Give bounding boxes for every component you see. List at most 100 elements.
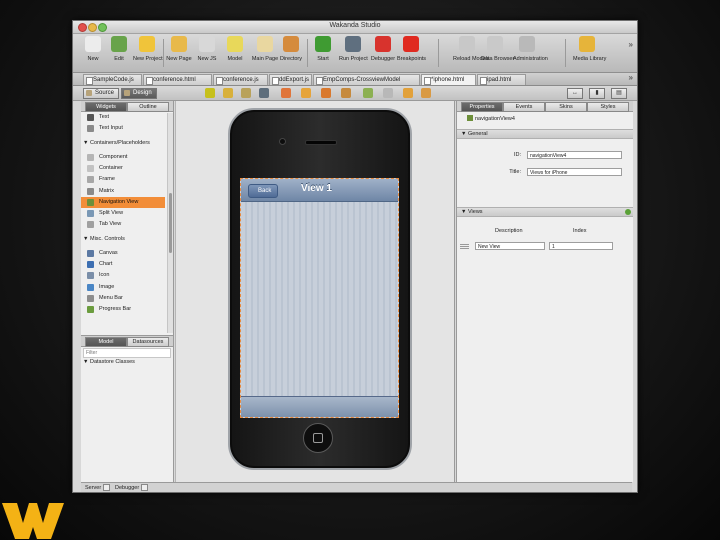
widget-list-scrollbar[interactable] xyxy=(167,113,173,333)
toolbar-debugger-button[interactable]: Debugger xyxy=(369,36,397,62)
text-input-icon xyxy=(87,125,94,133)
tab-skins[interactable]: Skins xyxy=(545,102,587,112)
toolbar-data-browser-button[interactable]: Data Browser xyxy=(481,36,515,62)
view-description-field[interactable]: New View xyxy=(475,242,545,250)
widget-component[interactable]: Component xyxy=(81,152,165,163)
toolbar-new-page-button[interactable]: New Page xyxy=(165,36,193,62)
toolbar-label: Administration xyxy=(513,56,548,62)
tab-outline[interactable]: Outline xyxy=(127,102,169,112)
navigation-view-widget[interactable]: Back View 1 xyxy=(240,178,399,418)
widget-text-input[interactable]: Text Input xyxy=(81,123,165,134)
design-mode-button[interactable]: Design xyxy=(121,88,157,99)
tab-widgets[interactable]: Widgets xyxy=(85,102,127,112)
file-tab[interactable]: *iphone.html xyxy=(421,74,476,85)
align-bottom-icon[interactable] xyxy=(341,88,351,98)
design-canvas[interactable]: Back View 1 xyxy=(175,101,455,482)
server-status[interactable]: Server xyxy=(85,484,111,491)
widget-label: Image xyxy=(99,283,115,290)
debugger-status[interactable]: Debugger xyxy=(115,484,149,491)
toolbar-run-project-button[interactable]: Run Project xyxy=(339,36,368,62)
group-icon[interactable] xyxy=(363,88,373,98)
widget-icon[interactable]: Icon xyxy=(81,270,165,281)
distribute-vertical-icon[interactable] xyxy=(301,88,311,98)
grid-toggle-icon[interactable] xyxy=(421,88,431,98)
widget-container[interactable]: Container xyxy=(81,163,165,174)
file-tab-label: SampleCode.js xyxy=(93,77,134,83)
filter-input[interactable]: Filter xyxy=(83,348,171,358)
view-index-field[interactable]: 1 xyxy=(549,242,613,250)
file-tab[interactable]: ddExport.js xyxy=(269,74,312,85)
toolbar-model-button[interactable]: Model xyxy=(221,36,249,62)
toolbar-start-button[interactable]: Start xyxy=(309,36,337,62)
toolbar-directory-button[interactable]: Directory xyxy=(277,36,305,62)
widget-frame[interactable]: Frame xyxy=(81,174,165,185)
align-right-icon[interactable] xyxy=(241,88,251,98)
source-mode-button[interactable]: Source xyxy=(83,88,120,99)
toolbar-overflow-icon[interactable]: » xyxy=(629,40,633,49)
align-top-icon[interactable] xyxy=(321,88,331,98)
file-tab[interactable]: EmpComps-CrossviewModel xyxy=(313,74,420,85)
widget-progress-bar[interactable]: Progress Bar xyxy=(81,304,165,315)
id-field[interactable]: navigationView4 xyxy=(527,151,622,159)
toolbar-label: Edit xyxy=(114,56,124,62)
align-center-icon[interactable] xyxy=(223,88,233,98)
toolbar-breakpoints-button[interactable]: Breakpoints xyxy=(397,36,426,62)
lock-icon[interactable] xyxy=(383,88,393,98)
tab-datasources[interactable]: Datasources xyxy=(127,337,169,347)
views-section-header[interactable]: ▼ Views xyxy=(457,207,633,217)
layout-columns-button[interactable]: ▮ xyxy=(589,88,605,99)
widget-image[interactable]: Image xyxy=(81,282,165,293)
general-section-header[interactable]: ▼ General xyxy=(457,129,633,139)
model-icon xyxy=(227,36,243,52)
layout-panel-button[interactable]: ▤ xyxy=(611,88,627,99)
toolbar-new-button[interactable]: New xyxy=(79,36,107,62)
title-field[interactable]: Views for iPhone xyxy=(527,168,622,176)
datastore-classes-group[interactable]: ▼ Datastore Classes xyxy=(83,359,135,365)
widget-tab-view[interactable]: Tab View xyxy=(81,219,165,230)
toolbar-new-project-button[interactable]: New Project xyxy=(133,36,163,62)
tabs-overflow-icon[interactable]: » xyxy=(629,73,633,82)
widget-text[interactable]: Text xyxy=(81,112,165,123)
tab-model[interactable]: Model xyxy=(85,337,127,347)
add-view-icon[interactable] xyxy=(625,209,631,215)
widget-matrix[interactable]: Matrix xyxy=(81,186,165,197)
toolbar-reload-models-button[interactable]: Reload Models xyxy=(453,36,490,62)
toolbar-new-js-button[interactable]: New JS xyxy=(193,36,221,62)
tab-styles[interactable]: Styles xyxy=(587,102,629,112)
file-tab[interactable]: conference.html xyxy=(143,74,212,85)
widget-group-misc-controls[interactable]: ▼ Misc. Controls xyxy=(83,234,125,245)
toolbar-label: New JS xyxy=(197,56,217,62)
navigation-bar: Back View 1 xyxy=(241,179,398,202)
back-button[interactable]: Back xyxy=(248,184,279,198)
toolbar-label: Directory xyxy=(279,56,302,62)
drag-handle-icon[interactable] xyxy=(460,244,469,250)
frame-icon xyxy=(87,176,94,184)
toolbar-separator xyxy=(438,39,439,67)
align-left-icon[interactable] xyxy=(205,88,215,98)
distribute-horizontal-icon[interactable] xyxy=(281,88,291,98)
toolbar-media-library-button[interactable]: Media Library xyxy=(573,36,606,62)
widget-split-view[interactable]: Split View xyxy=(81,208,165,219)
progress-bar-icon xyxy=(87,306,94,314)
file-tab[interactable]: conference.js xyxy=(213,74,268,85)
toolbar-main-page-button[interactable]: Main Page xyxy=(251,36,279,62)
tab-events[interactable]: Events xyxy=(503,102,545,112)
preview-toggle-button[interactable]: ↔ xyxy=(567,88,583,99)
toolbar-label: Data Browser xyxy=(481,56,515,62)
widget-navigation-view[interactable]: Navigation View xyxy=(81,196,165,208)
scrollbar-thumb[interactable] xyxy=(169,193,172,253)
toolbar-administration-button[interactable]: Administration xyxy=(513,36,548,62)
widget-chart[interactable]: Chart xyxy=(81,259,165,270)
tab-properties[interactable]: Properties xyxy=(461,102,503,112)
toolbar-edit-button[interactable]: Edit xyxy=(105,36,133,62)
bring-front-icon[interactable] xyxy=(259,88,269,98)
file-tab[interactable]: ipad.html xyxy=(477,74,526,85)
widget-canvas[interactable]: Canvas xyxy=(81,248,165,259)
gears-icon xyxy=(111,36,127,52)
reload-icon xyxy=(459,36,475,52)
snap-icon[interactable] xyxy=(403,88,413,98)
widget-group-containers-placeholders[interactable]: ▼ Containers/Placeholders xyxy=(83,138,150,149)
widget-menu-bar[interactable]: Menu Bar xyxy=(81,293,165,304)
file-tab[interactable]: SampleCode.js xyxy=(83,74,142,85)
properties-panel-tabs: Properties Events Skins Styles xyxy=(457,101,633,112)
